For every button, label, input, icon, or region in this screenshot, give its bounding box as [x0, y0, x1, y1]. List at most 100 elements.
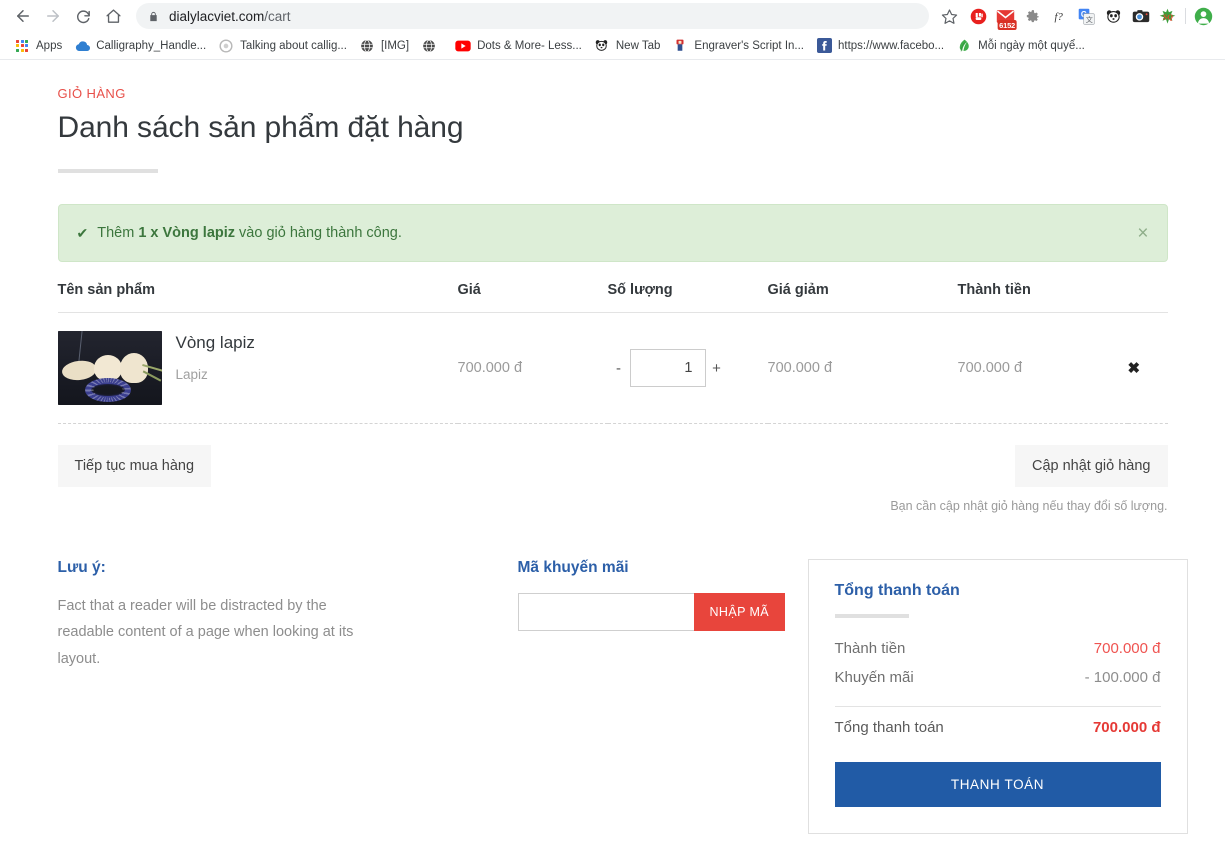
cell-price: 700.000 đ	[457, 312, 608, 424]
summary-row-discount: Khuyến mãi - 100.000 đ	[835, 663, 1161, 692]
promo-form: NHẬP MÃ	[517, 593, 808, 631]
browser-toolbar: dialylacviet.com/cart 6152 f? G文	[0, 0, 1225, 32]
cell-quantity: - +	[607, 312, 768, 424]
circle-icon	[218, 38, 234, 54]
red-icon	[672, 38, 688, 54]
promo-title: Mã khuyến mãi	[517, 559, 629, 576]
update-cart-hint: Bạn cần cập nhật giỏ hàng nếu thay đổi s…	[890, 499, 1168, 513]
quantity-increase-button[interactable]: +	[706, 360, 728, 377]
bookmark-label: Apps	[36, 39, 63, 52]
bookmark-label: Calligraphy_Handle...	[96, 39, 207, 52]
mail-extension-icon[interactable]: 6152	[992, 2, 1019, 30]
mail-unread-badge: 6152	[997, 20, 1018, 30]
cell-discount: 700.000 đ	[767, 312, 958, 424]
note-title: Lưu ý:	[57, 559, 106, 576]
summary-total-value: 700.000 đ	[1092, 719, 1161, 736]
checkout-button[interactable]: THANH TOÁN	[834, 762, 1161, 807]
panda-extension-icon[interactable]	[1100, 2, 1127, 30]
check-icon: ✔	[76, 224, 89, 241]
bookmark-label: Engraver's Script In...	[694, 39, 804, 52]
bookmark-calligraphy-handle[interactable]: Calligraphy_Handle...	[70, 35, 214, 57]
summary-subtotal-value: 700.000 đ	[1093, 640, 1161, 657]
update-cart-button[interactable]: Cập nhật giỏ hàng	[1014, 445, 1168, 487]
address-bar[interactable]: dialylacviet.com/cart	[136, 3, 929, 29]
font-extension-icon[interactable]: f?	[1046, 2, 1073, 30]
close-icon[interactable]: ×	[1123, 224, 1148, 243]
promo-column: Mã khuyến mãi NHẬP MÃ	[517, 559, 808, 834]
cart-actions: Tiếp tục mua hàng Cập nhật giỏ hàng Bạn …	[57, 445, 1168, 513]
alert-prefix: Thêm	[97, 225, 139, 241]
continue-shopping-button[interactable]: Tiếp tục mua hàng	[57, 445, 212, 487]
quantity-input[interactable]	[629, 349, 706, 387]
cart-header-row: Tên sản phẩm Giá Số lượng Giá giảm Thành…	[57, 282, 1168, 313]
camera-extension-icon[interactable]	[1127, 2, 1154, 30]
summary-divider	[834, 614, 909, 618]
column-header-name: Tên sản phẩm	[57, 282, 458, 313]
bookmarks-bar: Apps Calligraphy_Handle... Talking about…	[0, 32, 1225, 60]
facebook-icon	[816, 38, 832, 54]
lock-icon	[148, 10, 159, 23]
bookmark-dots-and-more[interactable]: Dots & More- Less...	[451, 35, 590, 57]
bookmark-star-icon[interactable]	[935, 2, 963, 30]
column-header-quantity: Số lượng	[607, 282, 768, 313]
bookmark-talking-about-calligraphy[interactable]: Talking about callig...	[214, 35, 355, 57]
globe-icon	[421, 38, 437, 54]
leaf-icon	[956, 38, 972, 54]
profile-avatar-icon[interactable]	[1190, 2, 1217, 30]
cart-actions-right: Cập nhật giỏ hàng Bạn cần cập nhật giỏ h…	[890, 445, 1168, 513]
browser-chrome: dialylacviet.com/cart 6152 f? G文	[0, 0, 1225, 60]
url-path: /cart	[264, 8, 291, 24]
svg-text:文: 文	[1086, 15, 1093, 24]
bookmark-moi-ngay-mot-quyen[interactable]: Mỗi ngày một quyể...	[952, 35, 1093, 57]
seoquake-extension-icon[interactable]: SQ	[1154, 2, 1181, 30]
adblock-extension-icon[interactable]	[965, 2, 992, 30]
summary-total-label: Tổng thanh toán	[834, 719, 944, 736]
bookmark-new-tab[interactable]: New Tab	[590, 35, 669, 57]
summary-subtotal-label: Thành tiền	[834, 640, 906, 657]
apply-promo-button[interactable]: NHẬP MÃ	[693, 593, 786, 631]
google-translate-extension-icon[interactable]: G文	[1073, 2, 1100, 30]
cell-total: 700.000 đ	[957, 312, 1128, 424]
cart-table-body: Vòng lapiz Lapiz 700.000 đ - + 700	[57, 312, 1168, 424]
apps-grid-icon	[14, 38, 30, 54]
page-title: Danh sách sản phẩm đặt hàng	[57, 111, 464, 144]
summary-column: Tổng thanh toán Thành tiền 700.000 đ Khu…	[807, 559, 1188, 834]
reload-button[interactable]	[68, 1, 98, 31]
bookmark-engravers-script[interactable]: Engraver's Script In...	[668, 35, 812, 57]
bookmark-img[interactable]: [IMG]	[355, 35, 417, 57]
promo-code-input[interactable]	[517, 593, 694, 631]
url-host: dialylacviet.com	[169, 8, 265, 24]
column-header-remove	[1127, 282, 1168, 313]
settings-gear-extension-icon[interactable]	[1019, 2, 1046, 30]
breadcrumb-cart: GIỎ HÀNG	[57, 86, 126, 101]
order-summary-panel: Tổng thanh toán Thành tiền 700.000 đ Khu…	[807, 559, 1188, 834]
table-row: Vòng lapiz Lapiz 700.000 đ - + 700	[57, 312, 1168, 424]
home-button[interactable]	[98, 1, 128, 31]
cart-table: Tên sản phẩm Giá Số lượng Giá giảm Thành…	[57, 282, 1168, 424]
quantity-decrease-button[interactable]: -	[608, 360, 630, 377]
globe-icon	[359, 38, 375, 54]
bookmark-label: https://www.facebo...	[838, 39, 945, 52]
forward-button[interactable]	[38, 1, 68, 31]
back-button[interactable]	[8, 1, 38, 31]
page-content: GIỎ HÀNG Danh sách sản phẩm đặt hàng ✔ T…	[0, 60, 1225, 834]
bookmark-label: Dots & More- Less...	[477, 39, 582, 52]
alert-message: Thêm 1 x Vòng lapiz vào giỏ hàng thành c…	[97, 225, 1123, 241]
bookmark-label: [IMG]	[380, 39, 410, 52]
bookmark-apps[interactable]: Apps	[10, 35, 70, 57]
product-name-link[interactable]: Vòng lapiz	[176, 333, 255, 353]
alert-suffix: vào giỏ hàng thành công.	[235, 225, 402, 241]
bookmark-facebook[interactable]: https://www.facebo...	[812, 35, 952, 57]
product-thumbnail[interactable]	[57, 331, 162, 405]
bookmark-globe-unnamed[interactable]	[417, 35, 451, 57]
toolbar-divider	[1185, 8, 1186, 24]
summary-discount-label: Khuyến mãi	[834, 669, 914, 686]
svg-text:f?: f?	[1055, 12, 1064, 23]
svg-text:SQ: SQ	[1163, 12, 1173, 21]
summary-discount-value: - 100.000 đ	[1084, 669, 1161, 686]
bookmark-label: New Tab	[615, 39, 661, 52]
product-subtitle: Lapiz	[175, 367, 208, 382]
note-column: Lưu ý: Fact that a reader will be distra…	[58, 559, 518, 834]
column-header-price: Giá	[457, 282, 608, 313]
remove-x-icon[interactable]: ✖	[1128, 360, 1141, 377]
